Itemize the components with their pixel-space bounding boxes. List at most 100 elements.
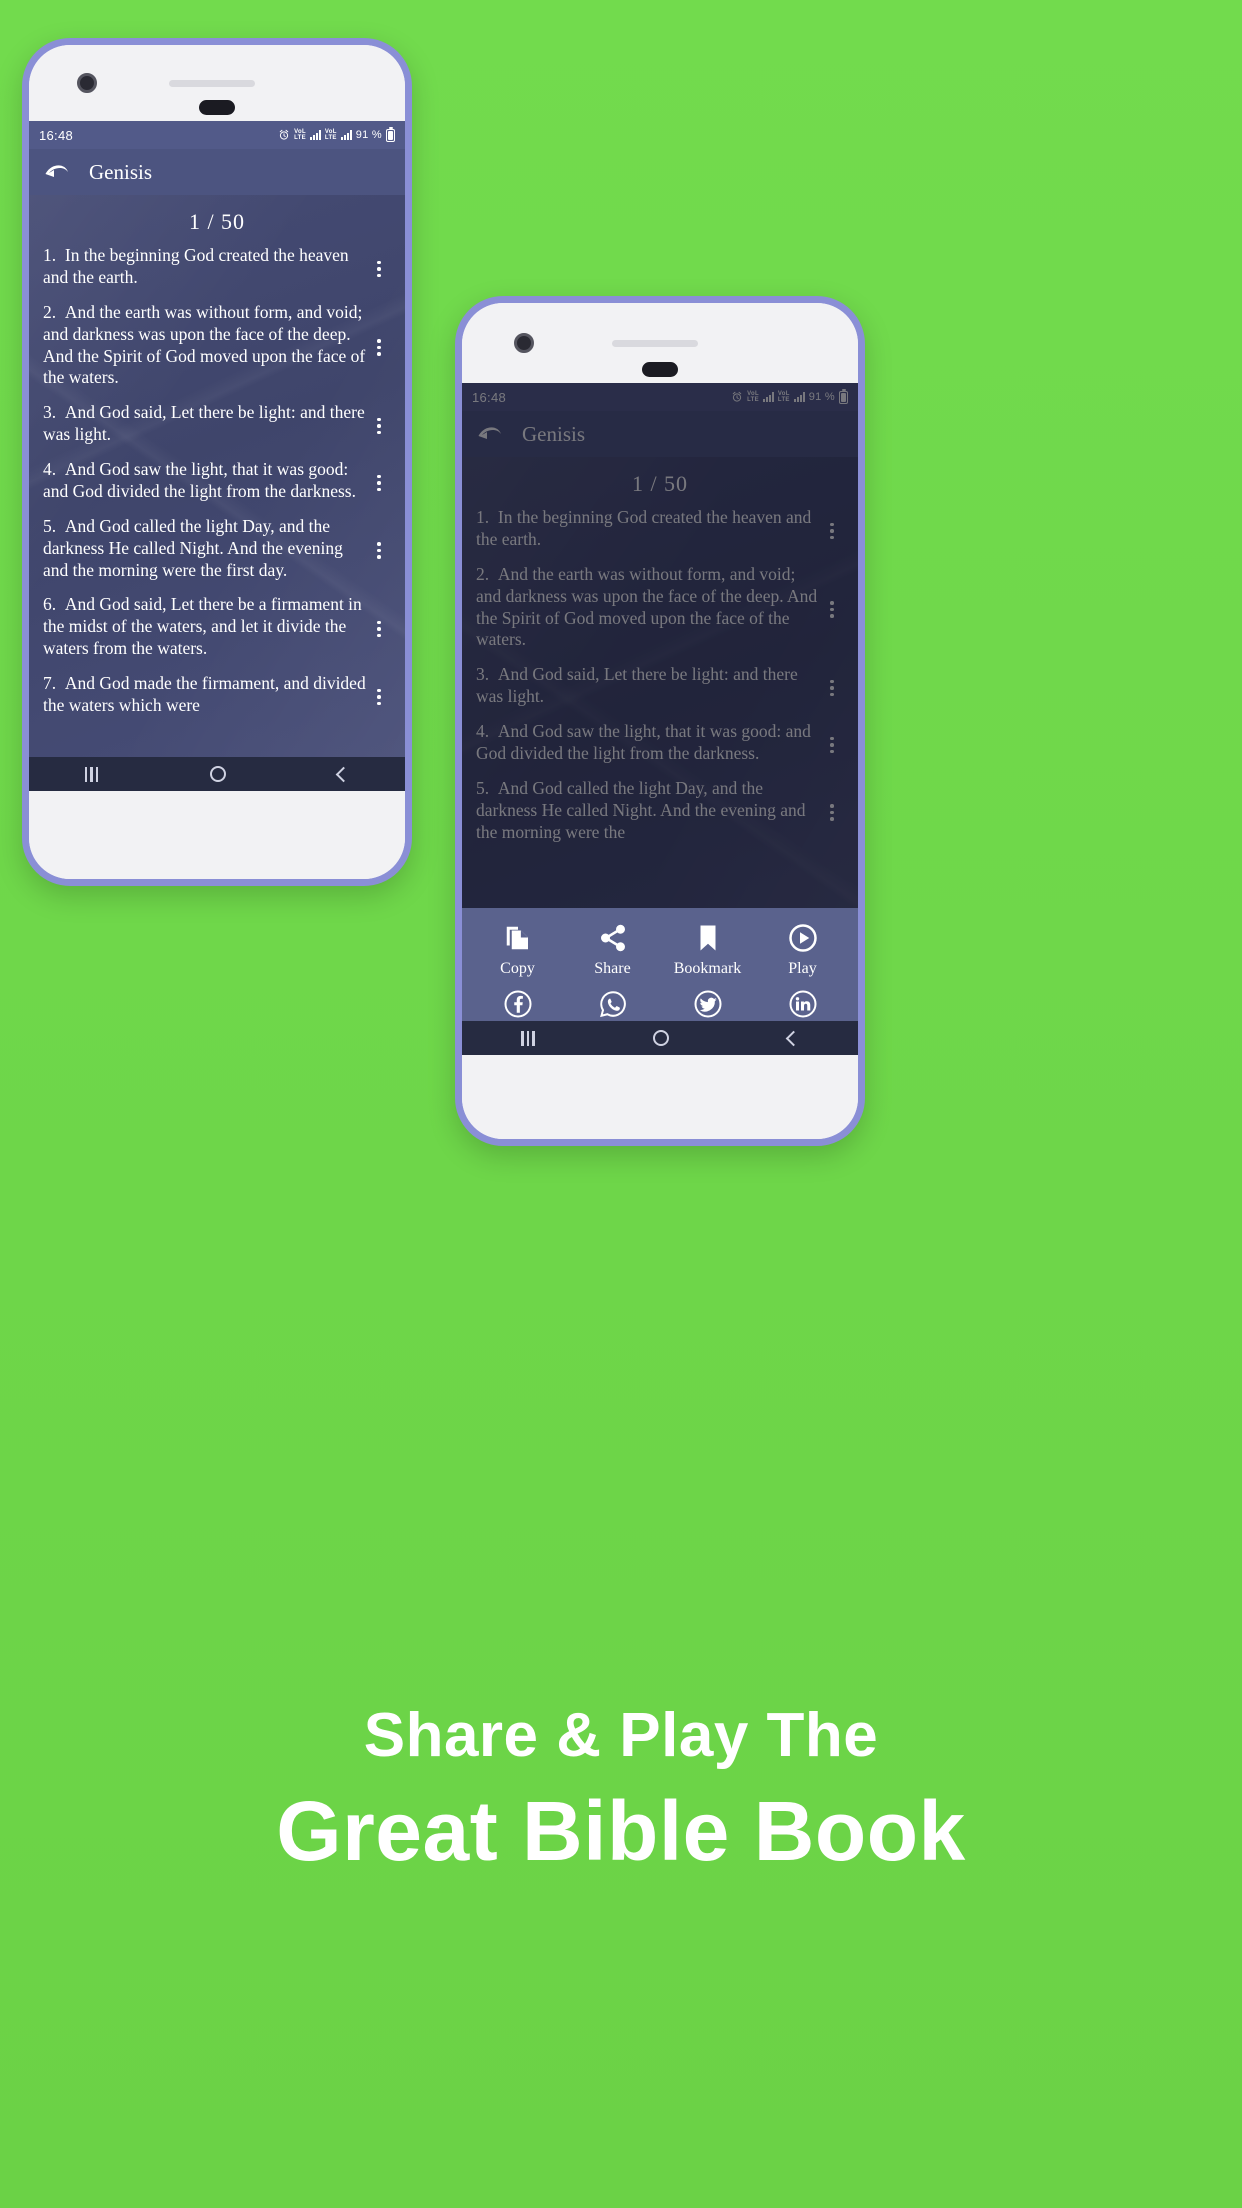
verse-number: 6.	[43, 594, 57, 615]
verse-number: 5.	[43, 515, 57, 536]
verse-row[interactable]: 6. And God said, Let there be a firmamen…	[43, 594, 391, 660]
verse-row[interactable]: 1. In the beginning God created the heav…	[43, 245, 391, 289]
verse-options-icon[interactable]	[820, 733, 844, 754]
status-icons: VoL LTE VoL LTE 91 %	[278, 128, 395, 142]
verse-row[interactable]: 4. And God saw the light, that it was go…	[476, 721, 844, 765]
verse-options-icon[interactable]	[367, 538, 391, 559]
recents-icon[interactable]	[521, 1030, 535, 1046]
verse-body: And God saw the light, that it was good:…	[476, 721, 811, 763]
caption-line-2: Great Bible Book	[276, 1784, 966, 1879]
verse-row[interactable]: 3. And God said, Let there be light: and…	[43, 402, 391, 446]
signal-bars-icon-2	[793, 392, 805, 402]
verse-text: 4. And God saw the light, that it was go…	[43, 459, 367, 503]
verse-number: 4.	[43, 459, 57, 479]
verse-number: 2.	[43, 301, 57, 322]
verse-body: And God said, Let there be light: and th…	[476, 664, 798, 707]
verse-body: And God saw the light, that it was good:…	[43, 459, 356, 501]
verse-options-icon[interactable]	[367, 471, 391, 492]
verse-body: And God made the firmament, and divided …	[43, 673, 366, 715]
volte-icon-2: VoL LTE	[777, 391, 790, 403]
phone-mockup-left: 16:48 VoL LTE VoL LTE 91 % Genisis 1 / 5…	[22, 38, 412, 886]
verse-body: And God said, Let there be light: and th…	[43, 402, 365, 445]
recents-icon[interactable]	[84, 766, 99, 782]
back-arrow-icon[interactable]	[476, 422, 504, 446]
verse-text: 1. In the beginning God created the heav…	[476, 507, 820, 551]
notch-pill	[642, 362, 678, 377]
verse-text: 2. And the earth was without form, and v…	[43, 302, 367, 390]
verse-number: 3.	[43, 402, 57, 423]
verse-text: 1. In the beginning God created the heav…	[43, 245, 367, 289]
verse-number: 1.	[43, 245, 57, 265]
signal-bars-icon-2	[340, 130, 352, 140]
volte-icon: VoL LTE	[294, 129, 306, 141]
verse-row[interactable]: 1. In the beginning God created the heav…	[476, 507, 844, 551]
whatsapp-icon	[598, 987, 628, 1021]
verse-options-icon[interactable]	[820, 597, 844, 618]
verse-row[interactable]: 7. And God made the firmament, and divid…	[43, 673, 391, 717]
verse-options-icon[interactable]	[367, 617, 391, 638]
verse-text: 3. And God said, Let there be light: and…	[43, 402, 367, 446]
phone1-screen: 16:48 VoL LTE VoL LTE 91 % Genisis 1 / 5…	[29, 121, 405, 791]
verse-options-icon[interactable]	[367, 257, 391, 278]
volte-icon: VoL LTE	[747, 391, 759, 403]
share-action-copy[interactable]: Copy	[470, 921, 565, 977]
battery-percent: 91 %	[808, 391, 835, 403]
front-camera-icon	[77, 73, 97, 93]
verse-options-icon[interactable]	[820, 519, 844, 540]
alarm-icon	[731, 391, 743, 403]
share-action-share[interactable]: Share	[565, 921, 660, 977]
verse-options-icon[interactable]	[367, 685, 391, 706]
verse-row[interactable]: 3. And God said, Let there be light: and…	[476, 664, 844, 708]
earpiece-speaker	[169, 79, 255, 87]
volte-icon-2: VoL LTE	[324, 129, 337, 141]
verse-row[interactable]: 2. And the earth was without form, and v…	[43, 302, 391, 390]
verse-options-icon[interactable]	[367, 335, 391, 356]
share-action-bookmark[interactable]: Bookmark	[660, 921, 755, 977]
phone-top-bezel	[462, 303, 858, 383]
verse-body: And the earth was without form, and void…	[43, 301, 366, 388]
chapter-counter: 1 / 50	[188, 209, 246, 234]
home-icon[interactable]	[210, 766, 227, 782]
verse-options-icon[interactable]	[820, 800, 844, 821]
status-icons: VoL LTE VoL LTE 91 %	[731, 390, 848, 404]
verse-text: 3. And God said, Let there be light: and…	[476, 664, 820, 708]
share-action-label: Copy	[500, 960, 535, 977]
verse-list: 1. In the beginning God created the heav…	[29, 245, 405, 717]
earpiece-speaker	[612, 339, 698, 347]
page-title: Genisis	[89, 159, 152, 184]
share-action-label: Share	[594, 960, 631, 977]
notch-pill	[199, 100, 235, 115]
back-arrow-icon[interactable]	[43, 160, 71, 184]
verse-row[interactable]: 4. And God saw the light, that it was go…	[43, 459, 391, 503]
verse-number: 7.	[43, 673, 57, 693]
verse-row[interactable]: 5. And God called the light Day, and the…	[476, 778, 844, 844]
verse-row[interactable]: 5. And God called the light Day, and the…	[43, 516, 391, 582]
home-icon[interactable]	[653, 1030, 670, 1046]
android-nav-bar	[462, 1021, 858, 1055]
verse-number: 5.	[476, 777, 490, 798]
app-bar: Genisis	[462, 411, 858, 457]
verse-text: 5. And God called the light Day, and the…	[43, 516, 367, 582]
back-icon[interactable]	[335, 766, 352, 782]
phone2-screen: 16:48 VoL LTE VoL LTE 91 % Genisis 1 / 5…	[462, 383, 858, 1055]
phone-bottom-bezel	[29, 791, 405, 879]
front-camera-icon	[514, 333, 534, 353]
play-icon	[788, 921, 818, 955]
status-bar: 16:48 VoL LTE VoL LTE 91 %	[29, 121, 405, 149]
bookmark-icon	[693, 921, 723, 955]
verse-body: And God called the light Day, and the da…	[43, 515, 343, 580]
verse-row[interactable]: 2. And the earth was without form, and v…	[476, 564, 844, 652]
back-icon[interactable]	[785, 1030, 802, 1046]
verse-number: 1.	[476, 507, 490, 527]
chapter-content[interactable]: 1 / 50 1. In the beginning God created t…	[29, 195, 405, 757]
verse-options-icon[interactable]	[367, 414, 391, 435]
share-action-play[interactable]: Play	[755, 921, 850, 977]
status-bar: 16:48 VoL LTE VoL LTE 91 %	[462, 383, 858, 411]
verse-options-icon[interactable]	[820, 676, 844, 697]
twitter-icon	[693, 987, 723, 1021]
verse-text: 4. And God saw the light, that it was go…	[476, 721, 820, 765]
share-icon	[598, 921, 628, 955]
caption-line-1: Share & Play The	[363, 1701, 879, 1770]
android-nav-bar	[29, 757, 405, 791]
signal-bars-icon-1	[762, 392, 774, 402]
